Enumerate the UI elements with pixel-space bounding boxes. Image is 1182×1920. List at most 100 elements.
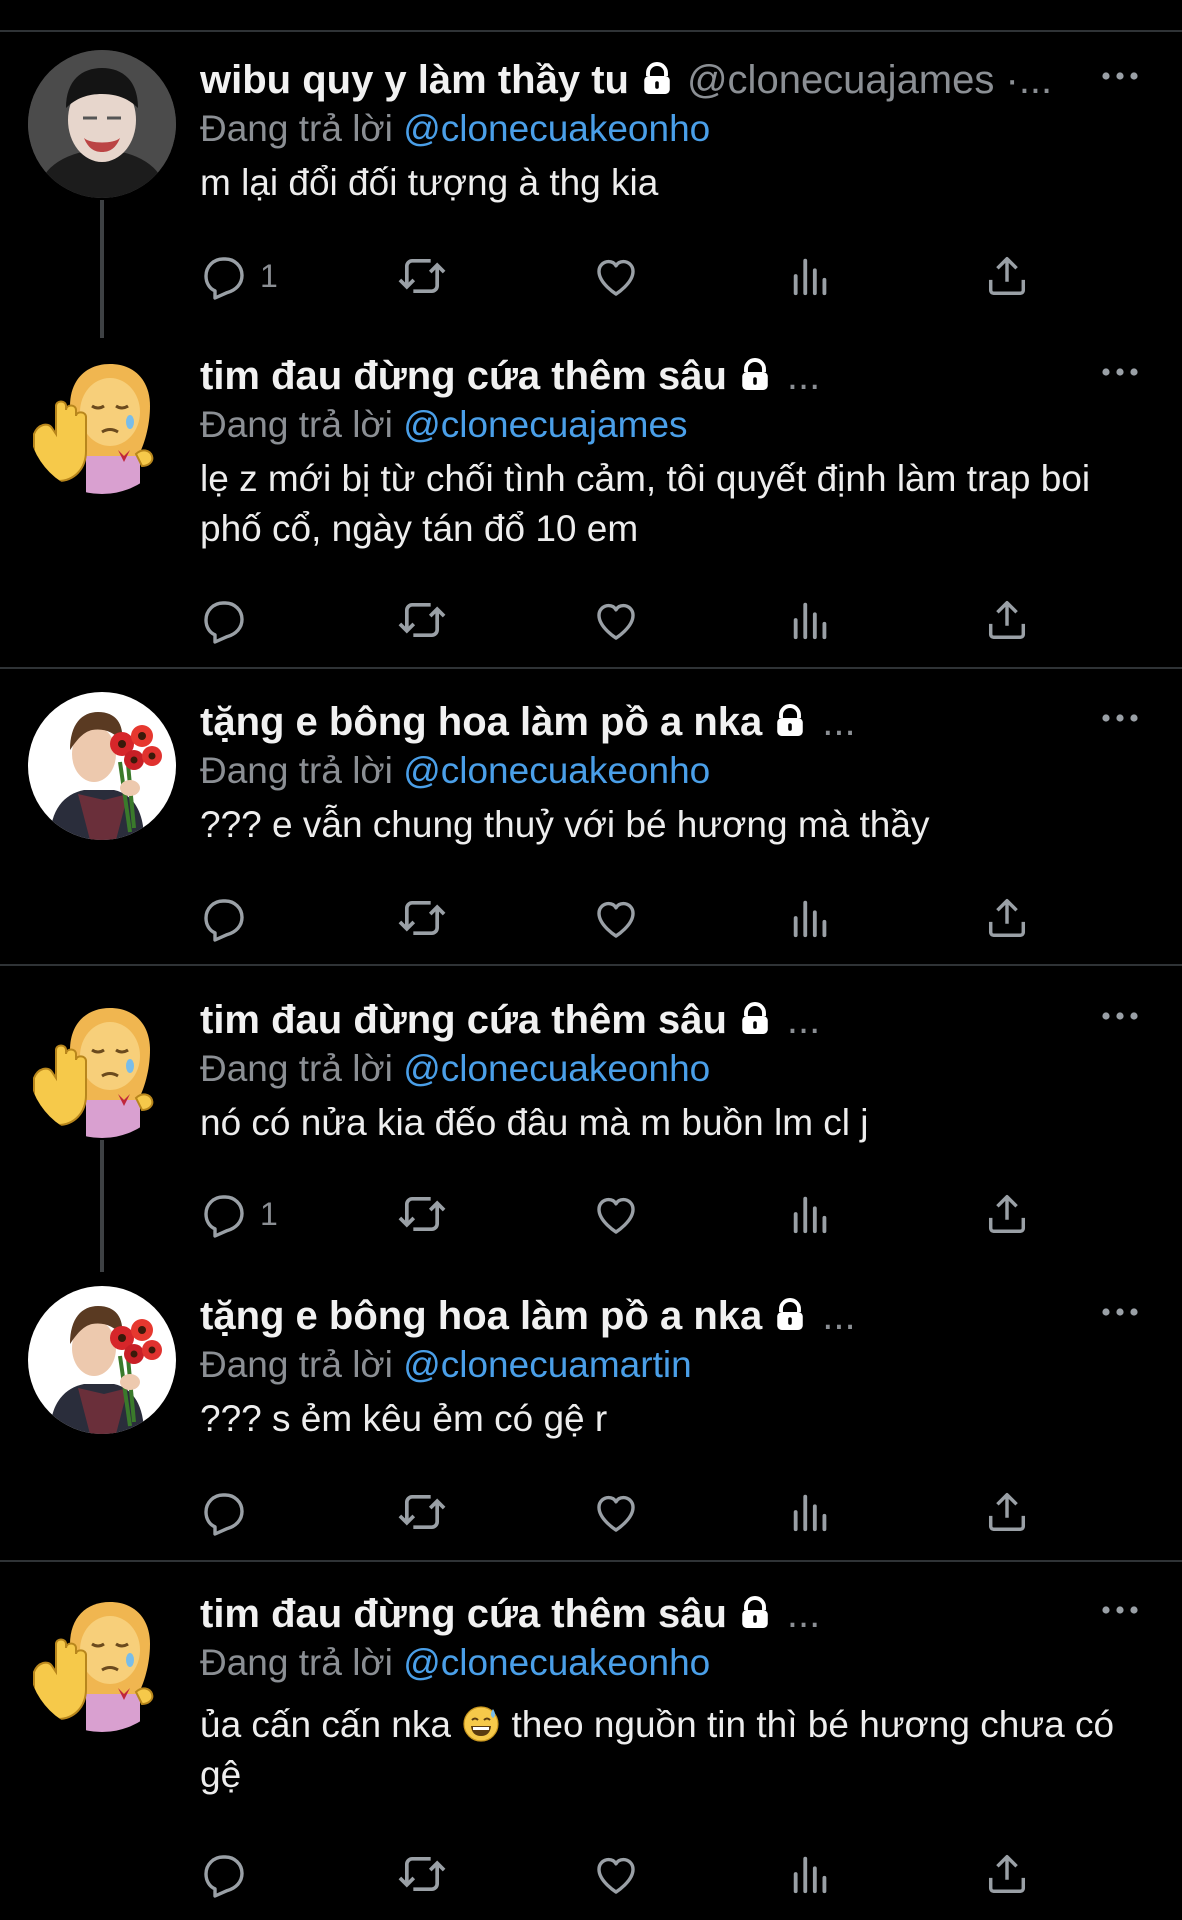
tweet-header: tặng e bông hoa làm pồ a nka...	[200, 696, 1142, 748]
display-name[interactable]: tim đau đừng cứa thêm sâu	[200, 998, 727, 1042]
retweet-button[interactable]	[396, 594, 448, 646]
reply-icon	[200, 1190, 248, 1238]
retweet-icon	[396, 1486, 448, 1538]
display-name[interactable]: tặng e bông hoa làm pồ a nka	[200, 700, 762, 744]
divider	[0, 1560, 1182, 1562]
reply-button[interactable]: 1	[200, 1188, 278, 1240]
heart-icon	[592, 596, 640, 644]
reply-count: 1	[260, 257, 278, 294]
analytics-button[interactable]	[788, 1848, 834, 1900]
retweet-button[interactable]	[396, 1848, 448, 1900]
action-bar	[200, 892, 1060, 944]
reply-prefix: Đang trả lời	[200, 108, 393, 149]
retweet-button[interactable]	[396, 250, 448, 302]
reply-icon	[200, 894, 248, 942]
like-button[interactable]	[592, 250, 640, 302]
reply-icon	[200, 596, 248, 644]
reply-prefix: Đang trả lời	[200, 1642, 393, 1683]
reply-prefix: Đang trả lời	[200, 1344, 393, 1385]
display-name[interactable]: tim đau đừng cứa thêm sâu	[200, 1592, 727, 1636]
avatar[interactable]	[28, 692, 176, 840]
retweet-button[interactable]	[396, 1486, 448, 1538]
avatar[interactable]	[28, 1286, 176, 1434]
replying-to: Đang trả lời @clonecuamartin	[200, 1342, 1142, 1388]
avatar[interactable]	[28, 1584, 176, 1732]
avatar[interactable]	[28, 346, 176, 494]
analytics-button[interactable]	[788, 594, 834, 646]
share-icon	[984, 253, 1030, 299]
mention-link[interactable]: @clonecuamartin	[403, 1344, 691, 1385]
handle-suffix: ...	[822, 1294, 856, 1338]
reply-button[interactable]	[200, 892, 260, 944]
like-button[interactable]	[592, 1188, 640, 1240]
handle-suffix: ...	[822, 700, 856, 744]
stats-icon	[788, 1489, 834, 1535]
tweet-header: tặng e bông hoa làm pồ a nka...	[200, 1290, 1142, 1342]
avatar[interactable]	[28, 50, 176, 198]
username-handle[interactable]: @clonecuajames	[687, 58, 994, 102]
mention-link[interactable]: @clonecuakeonho	[403, 750, 710, 791]
analytics-button[interactable]	[788, 1188, 834, 1240]
stats-icon	[788, 597, 834, 643]
reply-icon	[200, 252, 248, 300]
tweet-text: nó có nửa kia đếo đâu mà m buồn lm cl j	[200, 1102, 869, 1143]
heart-icon	[592, 252, 640, 300]
reply-prefix: Đang trả lời	[200, 1048, 393, 1089]
heart-icon	[592, 1190, 640, 1238]
action-bar	[200, 1848, 1060, 1900]
retweet-icon	[396, 892, 448, 944]
reply-count: 1	[260, 1195, 278, 1232]
reply-button[interactable]	[200, 1848, 260, 1900]
display-name[interactable]: tim đau đừng cứa thêm sâu	[200, 354, 727, 398]
mention-link[interactable]: @clonecuajames	[403, 404, 687, 445]
mention-link[interactable]: @clonecuakeonho	[403, 1642, 710, 1683]
tweet-header: tim đau đừng cứa thêm sâu...	[200, 994, 1142, 1046]
mention-link[interactable]: @clonecuakeonho	[403, 108, 710, 149]
handle-suffix: ...	[786, 1592, 821, 1636]
analytics-button[interactable]	[788, 1486, 834, 1538]
share-button[interactable]	[984, 1848, 1030, 1900]
like-button[interactable]	[592, 594, 640, 646]
retweet-button[interactable]	[396, 892, 448, 944]
stats-icon	[788, 895, 834, 941]
display-name[interactable]: wibu quy y làm thầy tu	[200, 58, 629, 102]
share-button[interactable]	[984, 594, 1030, 646]
share-button[interactable]	[984, 892, 1030, 944]
avatar[interactable]	[28, 990, 176, 1138]
grinning-sweat-emoji-icon	[461, 1703, 501, 1743]
share-icon	[984, 895, 1030, 941]
retweet-icon	[396, 1188, 448, 1240]
share-icon	[984, 1191, 1030, 1237]
action-bar	[200, 594, 1060, 646]
like-button[interactable]	[592, 892, 640, 944]
reply-button[interactable]: 1	[200, 250, 278, 302]
share-button[interactable]	[984, 1188, 1030, 1240]
mention-link[interactable]: @clonecuakeonho	[403, 1048, 710, 1089]
display-name[interactable]: tặng e bông hoa làm pồ a nka	[200, 1294, 762, 1338]
share-button[interactable]	[984, 250, 1030, 302]
divider	[0, 667, 1182, 669]
replying-to: Đang trả lời @clonecuakeonho	[200, 1046, 1142, 1092]
analytics-button[interactable]	[788, 892, 834, 944]
tweet-header: wibu quy y làm thầy tu @clonecuajames ·..…	[200, 54, 1142, 106]
share-icon	[984, 597, 1030, 643]
lock-icon	[737, 357, 773, 393]
reply-prefix: Đang trả lời	[200, 750, 393, 791]
replying-to: Đang trả lời @clonecuakeonho	[200, 1640, 1142, 1686]
tweet-text: ??? s ẻm kêu ẻm có gệ r	[200, 1398, 608, 1439]
share-button[interactable]	[984, 1486, 1030, 1538]
tweet-text: ủa cấn cấn nka theo nguồn tin thì bé hươ…	[200, 1700, 1142, 1800]
handle-suffix: ...	[786, 998, 821, 1042]
divider	[0, 964, 1182, 966]
analytics-button[interactable]	[788, 250, 834, 302]
reply-button[interactable]	[200, 594, 260, 646]
share-icon	[984, 1489, 1030, 1535]
like-button[interactable]	[592, 1486, 640, 1538]
like-button[interactable]	[592, 1848, 640, 1900]
top-divider	[0, 30, 1182, 32]
retweet-icon	[396, 1848, 448, 1900]
reply-button[interactable]	[200, 1486, 260, 1538]
retweet-icon	[396, 250, 448, 302]
retweet-button[interactable]	[396, 1188, 448, 1240]
action-bar: 1	[200, 1188, 1060, 1240]
